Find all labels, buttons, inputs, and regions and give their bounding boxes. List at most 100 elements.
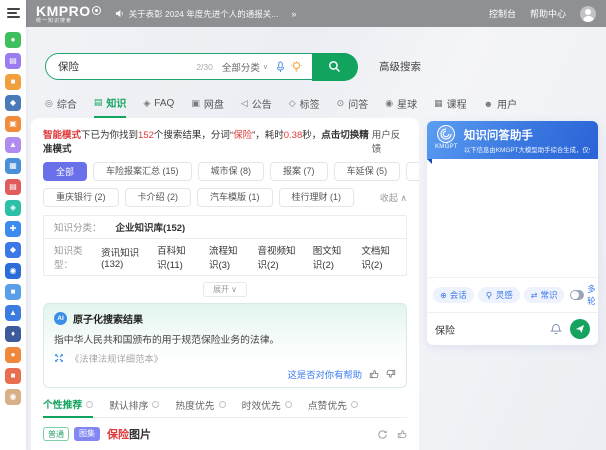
globe-tab-icon: ◉ bbox=[385, 98, 393, 109]
result-title[interactable]: 保险图片 bbox=[107, 426, 151, 442]
facet-value[interactable]: 企业知识库(152) bbox=[116, 220, 186, 234]
tab-biaoqian[interactable]: ◇标签 bbox=[289, 95, 320, 118]
user-avatar[interactable] bbox=[580, 6, 596, 22]
facet-value[interactable]: 文档知识(2) bbox=[361, 243, 396, 271]
grid-tab-icon: ▦ bbox=[434, 98, 443, 109]
tab-yonghu[interactable]: ☻用户 bbox=[484, 95, 517, 118]
app-icon[interactable]: ▲ bbox=[5, 305, 21, 321]
app-icon[interactable]: ◈ bbox=[5, 200, 21, 216]
chip-all[interactable]: 全部 bbox=[43, 162, 87, 181]
tab-wangpan[interactable]: ▣网盘 bbox=[191, 95, 224, 118]
lightbulb-icon[interactable] bbox=[291, 61, 302, 73]
search-time: 0.38 bbox=[284, 130, 303, 141]
facet-value[interactable]: 百科知识(11) bbox=[157, 243, 195, 271]
thumbs-down-icon[interactable] bbox=[386, 369, 396, 379]
menu-icon[interactable] bbox=[7, 8, 20, 20]
send-button[interactable] bbox=[570, 319, 590, 339]
tab-bar: ◎综合 ▤知识 ◈FAQ ▣网盘 ◁公告 ◇标签 ⊙问答 ◉星球 ▦课程 ☻用户 bbox=[45, 95, 517, 118]
app-icon[interactable]: ◆ bbox=[5, 242, 21, 258]
sort-circle-icon bbox=[285, 401, 292, 408]
advanced-search-link[interactable]: 高级搜索 bbox=[379, 59, 421, 74]
filter-chip[interactable]: 重庆银行 (2) bbox=[43, 188, 119, 207]
sort-recent[interactable]: 时效优先 bbox=[242, 397, 292, 417]
app-icon[interactable]: ● bbox=[5, 347, 21, 363]
doc-tab-icon: ▤ bbox=[94, 97, 103, 108]
announcement-text: 关于表彰 2024 年度先进个人的通报关... bbox=[129, 8, 279, 20]
announcement-more-icon[interactable]: » bbox=[291, 9, 296, 19]
search-tab-icon: ◎ bbox=[45, 98, 53, 109]
expand-arrows-icon bbox=[54, 353, 64, 363]
announcement-ticker[interactable]: 关于表彰 2024 年度先进个人的通报关... » bbox=[115, 8, 297, 20]
app-icon[interactable]: ▦ bbox=[5, 158, 21, 174]
toggle-switch[interactable] bbox=[570, 290, 584, 300]
app-icon[interactable]: ✚ bbox=[5, 221, 21, 237]
facet-value[interactable]: 音视频知识(2) bbox=[258, 243, 299, 271]
app-icon[interactable]: ■ bbox=[5, 74, 21, 90]
expand-button[interactable]: 展开 ∨ bbox=[203, 282, 247, 297]
app-icon[interactable]: ◉ bbox=[5, 389, 21, 405]
ai-answer-text: 指中华人民共和国颁布的用于规范保险业务的法律。 bbox=[54, 332, 396, 346]
filter-chip[interactable]: 城市保 (8) bbox=[198, 162, 265, 181]
app-icon[interactable]: ▤ bbox=[5, 53, 21, 69]
ai-source-link[interactable]: 《法律法规详细范本》 bbox=[54, 351, 396, 365]
tab-faq[interactable]: ◈FAQ bbox=[143, 95, 174, 118]
smart-mode-label: 智能模式 bbox=[43, 130, 81, 141]
assistant-subtitle: 以下信息由KMGPT大模型助手综合生成，仅供参考 bbox=[464, 145, 590, 154]
sort-recommend[interactable]: 个性推荐 bbox=[43, 397, 93, 418]
facet-value[interactable]: 流程知识(3) bbox=[209, 243, 244, 271]
app-icon[interactable]: ♦ bbox=[5, 326, 21, 342]
bell-icon[interactable] bbox=[550, 323, 562, 335]
tab-wenda[interactable]: ⊙问答 bbox=[337, 95, 369, 118]
tab-kecheng[interactable]: ▦课程 bbox=[434, 95, 467, 118]
app-icon[interactable]: ■ bbox=[5, 368, 21, 384]
sort-circle-icon bbox=[351, 401, 358, 408]
console-link[interactable]: 控制台 bbox=[489, 7, 516, 20]
tab-zhishi[interactable]: ▤知识 bbox=[94, 95, 127, 118]
session-button[interactable]: ⊕会话 bbox=[433, 287, 474, 303]
facet-type-row: 知识类型： 资讯知识(132) 百科知识(11) 流程知识(3) 音视频知识(2… bbox=[44, 238, 406, 275]
sort-likes[interactable]: 点赞优先 bbox=[308, 397, 358, 417]
app-icon[interactable]: ▤ bbox=[5, 179, 21, 195]
app-icon[interactable]: ▣ bbox=[5, 116, 21, 132]
app-icon[interactable]: ◆ bbox=[5, 95, 21, 111]
mic-icon[interactable] bbox=[276, 61, 285, 73]
facet-value[interactable]: 图文知识(2) bbox=[313, 243, 348, 271]
app-sidebar: ● ▤ ■ ◆ ▣ ▲ ▦ ▤ ◈ ✚ ◆ ◉ ■ ▲ ♦ ● ■ ◉ bbox=[0, 0, 26, 450]
filter-chip[interactable]: 汽车模版 (1) bbox=[197, 188, 273, 207]
search-input[interactable]: 保险 bbox=[58, 59, 196, 74]
app-icon[interactable]: ■ bbox=[5, 284, 21, 300]
multiturn-toggle[interactable]: 多轮 bbox=[570, 283, 600, 307]
helpful-link[interactable]: 这是否对你有帮助 bbox=[288, 367, 362, 381]
knowledge-button[interactable]: ⇄常识 bbox=[524, 287, 565, 303]
thumbs-up-icon[interactable] bbox=[369, 369, 379, 379]
swap-arrows-icon: ⇄ bbox=[531, 291, 538, 300]
sort-default[interactable]: 默认排序 bbox=[109, 397, 159, 417]
tab-zonghe[interactable]: ◎综合 bbox=[45, 95, 77, 118]
collapse-link[interactable]: 收起 ∧ bbox=[380, 191, 407, 204]
tab-xingqiu[interactable]: ◉星球 bbox=[385, 95, 417, 118]
filter-chip[interactable]: 车险报案汇总 (15) bbox=[93, 162, 192, 181]
faq-tab-icon: ◈ bbox=[143, 98, 150, 109]
filter-chip[interactable]: 卡介绍 (2) bbox=[125, 188, 192, 207]
logo[interactable]: KMPRO 统一知识搜索 bbox=[36, 4, 101, 24]
refresh-icon[interactable] bbox=[377, 429, 388, 440]
help-center-link[interactable]: 帮助中心 bbox=[530, 7, 566, 20]
app-icon[interactable]: ◉ bbox=[5, 263, 21, 279]
filter-chip[interactable]: 报案 (7) bbox=[270, 162, 328, 181]
facet-value[interactable]: 资讯知识(132) bbox=[101, 245, 143, 270]
ribbon-fold bbox=[427, 159, 432, 164]
app-icon[interactable]: ▲ bbox=[5, 137, 21, 153]
app-icon[interactable]: ● bbox=[5, 32, 21, 48]
category-select[interactable]: 全部分类∨ bbox=[222, 60, 268, 74]
result-item: 普通 图集 保险图片 保险4 保险1 保险2 保险3 人保财 wangjunta… bbox=[43, 426, 407, 450]
sort-hot[interactable]: 热度优先 bbox=[175, 397, 225, 417]
filter-chip[interactable]: 桂行理财 (1) bbox=[279, 188, 355, 207]
user-feedback-link[interactable]: 用户反馈 bbox=[372, 127, 407, 155]
assistant-input[interactable]: 保险 bbox=[435, 322, 542, 337]
tab-gonggao[interactable]: ◁公告 bbox=[241, 95, 272, 118]
inspiration-button[interactable]: 灵感 bbox=[478, 287, 520, 303]
filter-chip[interactable]: 车延保 (5) bbox=[334, 162, 401, 181]
thumbs-up-icon[interactable] bbox=[397, 429, 407, 439]
search-button[interactable] bbox=[312, 53, 358, 81]
filter-chip[interactable]: 华安保险 (4) bbox=[406, 162, 419, 181]
